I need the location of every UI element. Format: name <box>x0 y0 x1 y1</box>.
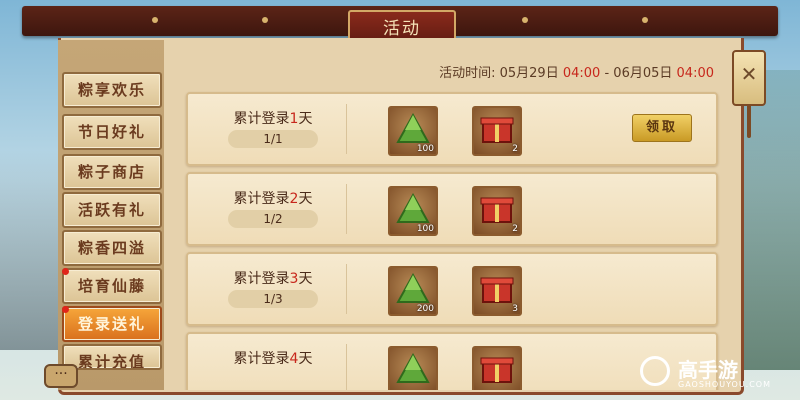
row-label: 累计登录2天 <box>233 191 313 207</box>
ornament-dot <box>262 17 268 23</box>
event-start-time: 04:00 <box>562 66 601 81</box>
reward-row: 累计登录2天 1/2 100 2 <box>186 172 718 246</box>
row-label: 累计登录3天 <box>233 271 313 287</box>
tab-label: 累计充值 <box>77 353 146 370</box>
sidebar-tab[interactable]: 粽享欢乐 <box>62 72 162 108</box>
zongzi-icon <box>396 192 430 223</box>
divider <box>346 184 347 234</box>
event-start-date: 05月29日 <box>499 66 559 81</box>
event-time: 活动时间: 05月29日 04:00 - 06月05日 04:00 <box>439 62 714 81</box>
watermark-logo-icon <box>640 356 670 386</box>
item-count: 2 <box>512 224 518 234</box>
item-count: 3 <box>512 304 518 314</box>
reward-item[interactable]: 3 <box>472 266 522 316</box>
row-label: 累计登录1天 <box>233 111 313 127</box>
item-count: 2 <box>512 144 518 154</box>
tab-label: 登录送礼 <box>77 315 146 333</box>
sidebar-tab[interactable]: 活跃有礼 <box>62 192 162 228</box>
reward-item[interactable]: 2 <box>472 186 522 236</box>
ornament-dot <box>642 17 648 23</box>
close-icon: ✕ <box>740 62 758 86</box>
tab-label: 粽享欢乐 <box>77 81 146 99</box>
watermark-brand: 高手游 <box>678 358 738 382</box>
event-separator: - <box>604 66 610 81</box>
divider <box>346 344 347 390</box>
row-progress: 1/1 <box>228 130 318 148</box>
sidebar-tab[interactable]: 粽香四溢 <box>62 230 162 266</box>
reward-row: 累计登录3天 1/3 200 3 <box>186 252 718 326</box>
watermark-url: GAOSHOUYOU.COM <box>678 380 772 389</box>
event-end-time: 04:00 <box>676 66 714 81</box>
tab-label: 粽香四溢 <box>77 239 146 257</box>
event-time-label: 活动时间: <box>439 66 496 81</box>
chat-icon: ··· <box>54 366 68 382</box>
divider <box>346 104 347 154</box>
tab-label: 粽子商店 <box>77 163 146 181</box>
reward-item[interactable]: 2 <box>472 106 522 156</box>
tab-label: 培育仙藤 <box>77 277 146 295</box>
row-label: 累计登录4天 <box>233 351 313 367</box>
notification-dot <box>62 268 69 275</box>
item-count: 200 <box>416 304 434 314</box>
sidebar-tab-active[interactable]: 登录送礼 <box>62 306 162 342</box>
lantern-tassel <box>747 104 751 138</box>
gift-box-icon <box>480 277 514 303</box>
sidebar: 粽享欢乐 节日好礼 粽子商店 活跃有礼 粽香四溢 培育仙藤 登录送礼 累计充值 <box>58 40 164 390</box>
zongzi-icon <box>396 272 430 303</box>
zongzi-icon <box>396 112 430 143</box>
sidebar-tab[interactable]: 节日好礼 <box>62 114 162 150</box>
row-progress: 1/3 <box>228 290 318 308</box>
zongzi-icon <box>396 352 430 383</box>
reward-row: 累计登录4天 <box>186 332 718 390</box>
chat-button[interactable]: ··· <box>44 364 78 388</box>
tab-label: 节日好礼 <box>77 123 146 141</box>
tab-label: 活跃有礼 <box>77 201 146 219</box>
watermark: 高手游 GAOSHOUYOU.COM <box>640 354 790 394</box>
gift-box-icon <box>480 197 514 223</box>
ornament-dot <box>522 17 528 23</box>
claim-button[interactable]: 领取 <box>632 114 692 142</box>
reward-item[interactable] <box>472 346 522 390</box>
gift-box-icon <box>480 117 514 143</box>
reward-item[interactable]: 100 <box>388 106 438 156</box>
close-button[interactable]: ✕ <box>732 50 766 138</box>
event-end-date: 06月05日 <box>613 66 673 81</box>
gift-box-icon <box>480 357 514 383</box>
sidebar-tab[interactable]: 培育仙藤 <box>62 268 162 304</box>
sidebar-tab[interactable]: 粽子商店 <box>62 154 162 190</box>
reward-item[interactable]: 100 <box>388 186 438 236</box>
divider <box>346 264 347 314</box>
reward-item[interactable] <box>388 346 438 390</box>
row-progress: 1/2 <box>228 210 318 228</box>
reward-row: 累计登录1天 1/1 100 2 领取 <box>186 92 718 166</box>
reward-list: 活动时间: 05月29日 04:00 - 06月05日 04:00 累计登录1天… <box>166 40 734 390</box>
notification-dot <box>62 306 69 313</box>
ornament-dot <box>152 17 158 23</box>
item-count: 100 <box>416 224 434 234</box>
item-count: 100 <box>416 144 434 154</box>
reward-item[interactable]: 200 <box>388 266 438 316</box>
